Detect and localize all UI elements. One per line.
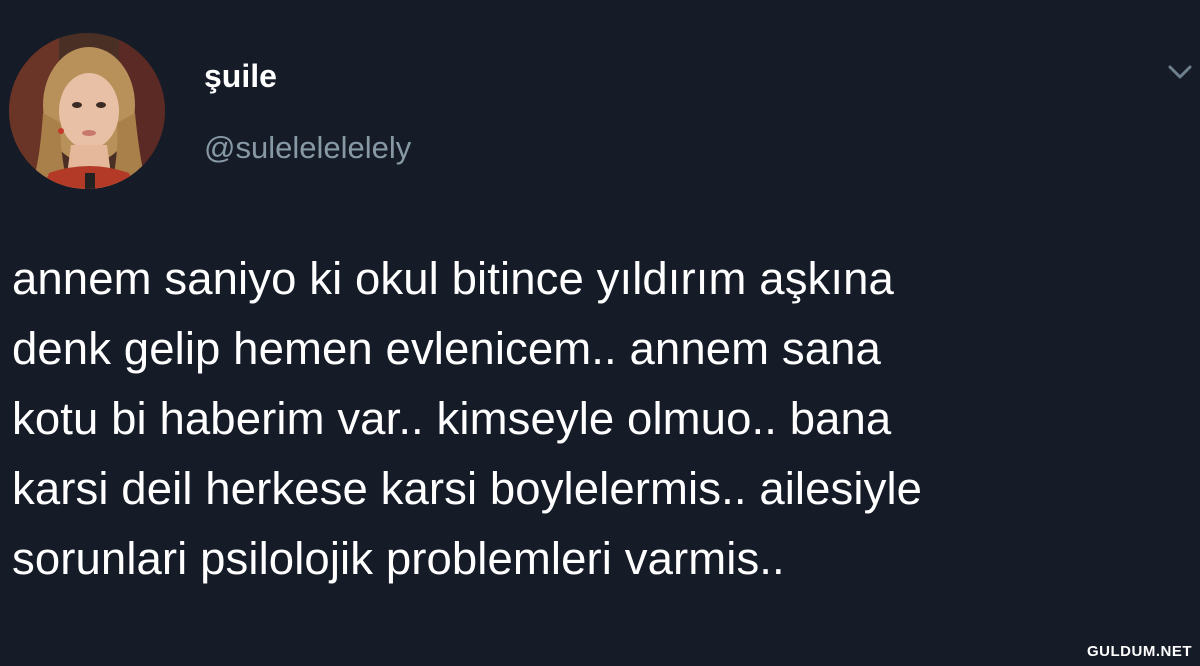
tweet-card: şuile @sulelelelelely annem saniyo ki ok… xyxy=(0,0,1200,666)
tweet-text: annem saniyo ki okul bitince yıldırım aş… xyxy=(12,244,1182,594)
display-name[interactable]: şuile xyxy=(204,58,277,95)
watermark: GULDUM.NET xyxy=(1087,643,1192,660)
tweet-line: denk gelip hemen evlenicem.. annem sana xyxy=(12,323,881,374)
profile-photo xyxy=(9,33,165,189)
user-handle[interactable]: @sulelelelelely xyxy=(204,130,411,166)
avatar[interactable] xyxy=(9,33,165,189)
tweet-line: karsi deil herkese karsi boylelermis.. a… xyxy=(12,463,923,514)
tweet-line: kotu bi haberim var.. kimseyle olmuo.. b… xyxy=(12,393,892,444)
tweet-line: sorunlari psilolojik problemleri varmis.… xyxy=(12,533,785,584)
chevron-down-icon[interactable] xyxy=(1164,60,1196,84)
tweet-line: annem saniyo ki okul bitince yıldırım aş… xyxy=(12,253,894,304)
